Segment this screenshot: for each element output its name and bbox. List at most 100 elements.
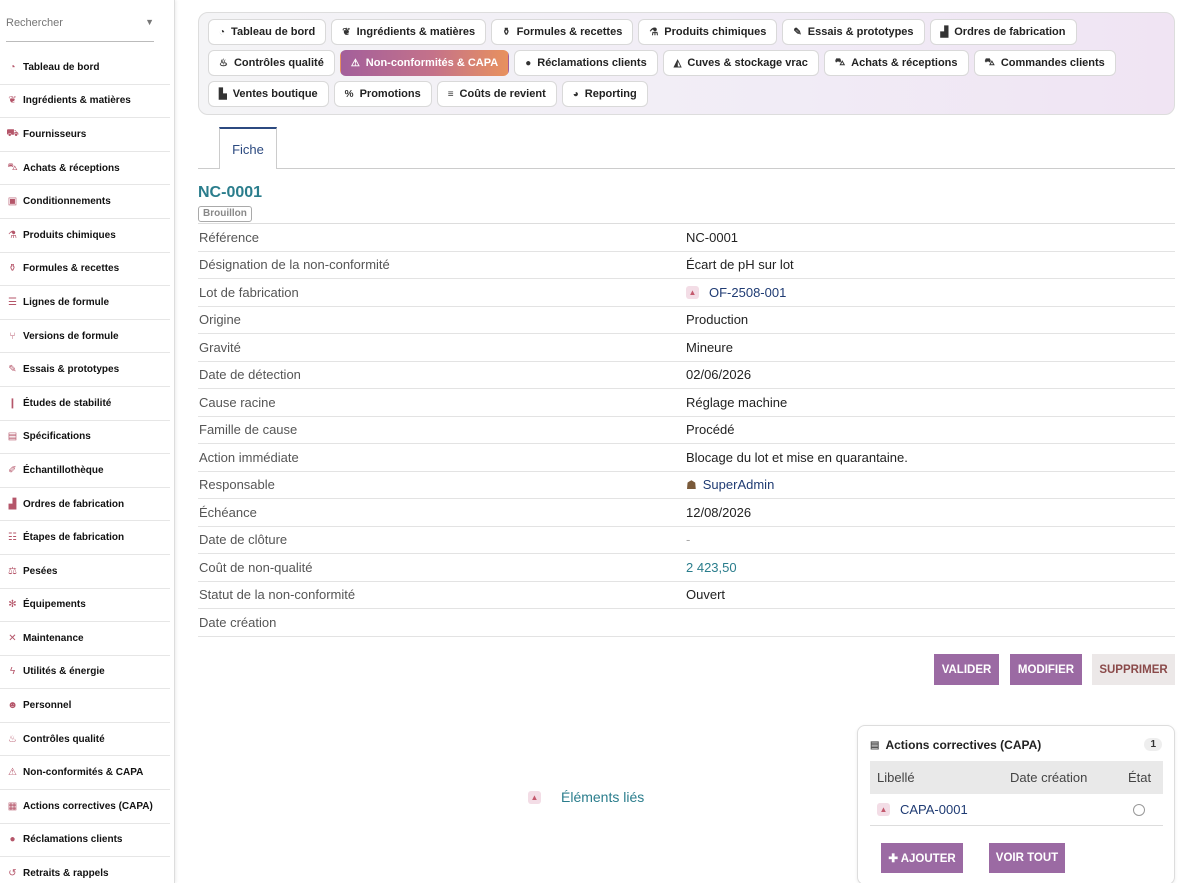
- sidebar-item[interactable]: ⚗ Produits chimiques: [0, 219, 170, 253]
- field-row: Famille de cause Procédé: [198, 417, 1175, 444]
- top-menu-button[interactable]: ◭ Cuves & stockage vrac: [662, 50, 819, 76]
- eyedropper-icon: ✎: [793, 26, 802, 38]
- sidebar-item[interactable]: ☰ Lignes de formule: [0, 286, 170, 320]
- sidebar-item-label: Retraits & rappels: [23, 868, 109, 880]
- sidebar-item-label: Fournisseurs: [23, 128, 87, 140]
- field-value: -: [686, 532, 690, 547]
- dashboard-icon: ◔: [9, 61, 16, 73]
- sidebar-item[interactable]: ϟ Utilités & énergie: [0, 656, 170, 690]
- sidebar-search[interactable]: ▼: [6, 6, 154, 42]
- leaf-icon: ❦: [8, 95, 17, 107]
- field-value-text: 12/08/2026: [686, 504, 752, 520]
- sidebar-item[interactable]: ⛍ Achats & réceptions: [0, 152, 170, 186]
- field-row: Action immédiate Blocage du lot et mise e…: [198, 444, 1175, 472]
- top-menu-label: Réclamations clients: [537, 57, 647, 69]
- delete-button[interactable]: SUPPRIMER: [1092, 654, 1175, 685]
- industry-icon: ▟: [8, 498, 17, 510]
- field-label: Date création: [199, 614, 277, 630]
- sidebar-item[interactable]: ⑂ Versions de formule: [0, 320, 170, 354]
- sidebar-item[interactable]: ⚱ Formules & recettes: [0, 253, 170, 287]
- user-icon: ☗: [686, 477, 697, 492]
- field-value-text: 02/06/2026: [686, 367, 752, 383]
- industry-icon: ▲: [686, 285, 699, 299]
- state-radio[interactable]: [1133, 803, 1145, 816]
- sidebar-item[interactable]: ☻ Personnel: [0, 689, 170, 723]
- sidebar-item[interactable]: ❦ Ingrédients & matières: [0, 85, 170, 119]
- sidebar-item[interactable]: ◔ Tableau de bord: [0, 51, 170, 85]
- top-menu-button[interactable]: ⚠ Non-conformités & CAPA: [339, 50, 510, 76]
- field-label: Famille de cause: [199, 422, 298, 438]
- sidebar-item[interactable]: ▣ Conditionnements: [0, 185, 170, 219]
- clipboard-icon: ▤: [870, 739, 880, 751]
- search-input[interactable]: [6, 6, 154, 40]
- sidebar-item[interactable]: ▦ Actions correctives (CAPA): [0, 790, 170, 824]
- sidebar-item[interactable]: ☷ Étapes de fabrication: [0, 521, 170, 555]
- flask-icon: ⚱: [502, 26, 511, 38]
- linked-elements[interactable]: ▲ Éléments liés: [528, 789, 644, 805]
- top-menu-button[interactable]: ✎ Essais & prototypes: [782, 19, 925, 45]
- branch-icon: ⑂: [9, 330, 16, 342]
- top-menu-label: Tableau de bord: [231, 26, 316, 38]
- top-menu-button[interactable]: ❦ Ingrédients & matières: [331, 19, 487, 45]
- top-menu-button[interactable]: % Promotions: [333, 81, 432, 107]
- field-label: Échéance: [199, 504, 257, 520]
- top-menu-button[interactable]: ♨ Contrôles qualité: [208, 50, 335, 76]
- top-menu-button[interactable]: ⛍ Commandes clients: [973, 50, 1116, 76]
- page-title: NC-0001: [198, 184, 263, 201]
- sidebar-item[interactable]: ✐ Échantillothèque: [0, 454, 170, 488]
- field-value-text: 2 423,50: [686, 559, 737, 575]
- top-menu-button[interactable]: ◔ Tableau de bord: [208, 19, 327, 45]
- sidebar-item-label: Tableau de bord: [23, 61, 100, 73]
- column-header-state[interactable]: État: [1128, 770, 1163, 785]
- sidebar-item[interactable]: ▟ Ordres de fabrication: [0, 488, 170, 522]
- edit-button[interactable]: MODIFIER: [1010, 654, 1082, 685]
- field-value[interactable]: ☗ SuperAdmin: [686, 477, 774, 492]
- top-menu-button[interactable]: ⛍ Achats & réceptions: [823, 50, 969, 76]
- sidebar-item-label: Actions correctives (CAPA): [23, 800, 153, 812]
- sidebar-item-label: Versions de formule: [23, 330, 119, 342]
- top-menu-button[interactable]: ▙ Ventes boutique: [208, 81, 329, 107]
- users-icon: ☻: [7, 700, 18, 712]
- top-menu-button[interactable]: ◕ Reporting: [561, 81, 648, 107]
- top-menu-label: Contrôles qualité: [233, 57, 324, 69]
- field-row: Date de clôture -: [198, 527, 1175, 554]
- column-header-label[interactable]: Libellé: [870, 770, 1010, 785]
- field-value-text: Procédé: [686, 422, 735, 438]
- column-header-date[interactable]: Date création: [1010, 770, 1128, 785]
- sidebar-item[interactable]: ▤ Spécifications: [0, 421, 170, 455]
- sidebar-item[interactable]: ❙ Études de stabilité: [0, 387, 170, 421]
- linked-elements-label[interactable]: Éléments liés: [561, 789, 644, 805]
- field-value-text: Blocage du lot et mise en quarantaine.: [686, 449, 908, 465]
- top-menu-button[interactable]: ▟ Ordres de fabrication: [929, 19, 1077, 45]
- add-capa-label: AJOUTER: [900, 853, 956, 865]
- field-value: Blocage du lot et mise en quarantaine.: [686, 450, 908, 465]
- sidebar-item[interactable]: ⚖ Pesées: [0, 555, 170, 589]
- sidebar-item[interactable]: ⛟ Fournisseurs: [0, 118, 170, 152]
- top-menu-label: Coûts de revient: [459, 88, 546, 100]
- sidebar-item[interactable]: ⚠ Non-conformités & CAPA: [0, 756, 170, 791]
- capa-link[interactable]: CAPA-0001: [900, 802, 968, 817]
- add-capa-button[interactable]: ✚ AJOUTER: [881, 843, 963, 873]
- capa-row-label[interactable]: ▲ CAPA-0001: [870, 802, 1128, 817]
- tab-fiche[interactable]: Fiche: [219, 127, 277, 169]
- table-row[interactable]: ▲ CAPA-0001: [870, 794, 1163, 826]
- sidebar-item[interactable]: ✎ Essais & prototypes: [0, 353, 170, 387]
- top-menu-label: Achats & réceptions: [851, 57, 958, 69]
- sidebar-item[interactable]: ✕ Maintenance: [0, 622, 170, 656]
- chevron-down-icon[interactable]: ▼: [145, 17, 154, 27]
- field-value: 02/06/2026: [686, 367, 751, 382]
- field-row: Désignation de la non-conformité Écart de…: [198, 252, 1175, 279]
- sidebar-item[interactable]: ✻ Équipements: [0, 589, 170, 623]
- view-all-button[interactable]: VOIR TOUT: [989, 843, 1065, 873]
- field-value[interactable]: ▲ OF-2508-001: [686, 285, 786, 300]
- top-menu-button[interactable]: ● Réclamations clients: [514, 50, 658, 76]
- top-menu-button[interactable]: ⚱ Formules & recettes: [491, 19, 634, 45]
- undo-icon: ↺: [8, 868, 17, 880]
- sidebar-item[interactable]: ● Réclamations clients: [0, 824, 170, 858]
- field-row: Cause racine Réglage machine: [198, 389, 1175, 417]
- validate-button[interactable]: VALIDER: [934, 654, 999, 685]
- top-menu-button[interactable]: ⚗ Produits chimiques: [638, 19, 778, 45]
- sidebar-item[interactable]: ↺ Retraits & rappels: [0, 857, 170, 883]
- top-menu-button[interactable]: ≡ Coûts de revient: [436, 81, 557, 107]
- sidebar-item[interactable]: ♨ Contrôles qualité: [0, 723, 170, 757]
